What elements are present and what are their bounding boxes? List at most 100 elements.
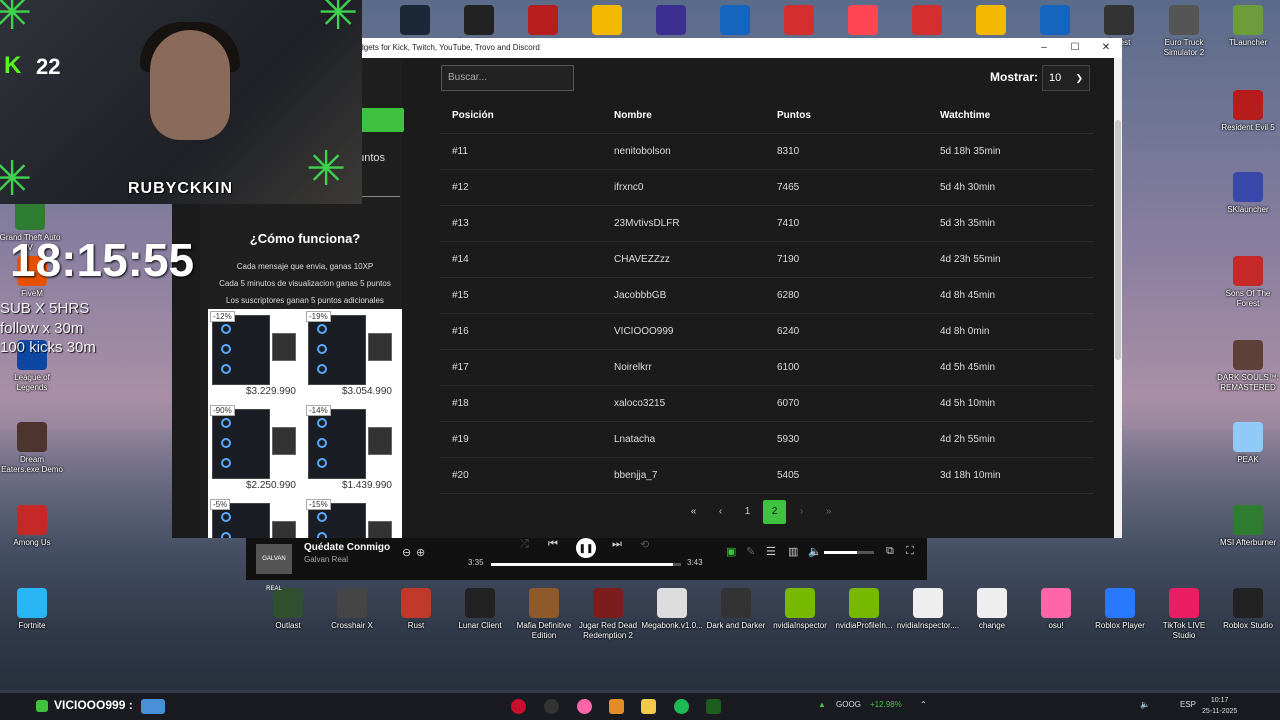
table-row: #17 Noirelkrr 6100 4d 5h 45min (440, 350, 1094, 386)
song-title: Quédate Conmigo (304, 542, 391, 553)
opera-icon[interactable] (511, 699, 526, 714)
maximize-button[interactable]: ☐ (1060, 38, 1090, 58)
show-hidden-icons-icon[interactable]: ⌃ (920, 700, 927, 709)
scrollbar-thumb[interactable] (1115, 120, 1121, 360)
minimize-button[interactable]: – (1029, 38, 1059, 58)
mini-player-icon[interactable]: ⧉ (886, 545, 894, 558)
folder-icon[interactable] (641, 699, 656, 714)
desktop-shortcut[interactable]: Rust (384, 588, 448, 631)
row-watchtime: 5d 18h 35min (940, 146, 1001, 157)
header-position[interactable]: Posición (452, 98, 494, 134)
now-playing-view-icon[interactable]: ▣ (726, 545, 736, 558)
desktop-shortcut[interactable]: Dark and Darker (704, 588, 768, 631)
desktop-shortcut[interactable]: Fortnite (0, 588, 64, 631)
desktop-shortcut[interactable]: MSI Afterburner (1216, 505, 1280, 548)
ad-product[interactable]: -19% $3.054.990 (304, 309, 396, 397)
desktop-shortcut[interactable]: PEAK (1216, 422, 1280, 465)
stream-info-line: SUB X 5HRS (0, 300, 90, 317)
scrollbar[interactable] (1114, 58, 1122, 538)
obs-icon[interactable] (544, 699, 559, 714)
ad-product[interactable]: -5% (208, 497, 300, 538)
desktop-shortcut[interactable]: nvidiaProfileIn... (832, 588, 896, 631)
app-icon (1169, 588, 1199, 618)
system-clock[interactable]: 10:17 25-11-2025 (1202, 695, 1237, 717)
desktop-shortcut[interactable]: Megabonk.v1.0... (640, 588, 704, 631)
lyrics-icon[interactable]: ✎ (746, 545, 755, 558)
desktop-shortcut[interactable]: change (960, 588, 1024, 631)
terminal-icon[interactable] (706, 699, 721, 714)
ad-product[interactable]: -14% $1.439.990 (304, 403, 396, 491)
repeat-icon[interactable]: ⟲ (640, 538, 649, 551)
desktop-shortcut[interactable]: Mafia Definitive Edition (512, 588, 576, 641)
connect-device-icon[interactable]: ▥ (788, 545, 798, 558)
desktop-shortcut[interactable] (895, 5, 959, 38)
volume-icon[interactable]: 🔈 (808, 545, 822, 558)
header-points[interactable]: Puntos (777, 98, 811, 134)
desktop-shortcut[interactable]: Roblox Player (1088, 588, 1152, 631)
desktop-shortcut[interactable] (511, 5, 575, 38)
chat-username: VICIOOO999 : (54, 698, 133, 712)
shortcut-label: Rust (407, 621, 425, 630)
desktop-shortcut[interactable]: DARK SOULS™: REMASTERED (1216, 340, 1280, 393)
desktop-shortcut[interactable]: TikTok LIVE Studio (1152, 588, 1216, 641)
desktop-shortcut[interactable]: Sons Of The Forest (1216, 256, 1280, 309)
ad-product[interactable]: -12% $3.229.990 (208, 309, 300, 397)
ad-product[interactable]: -90% $2.250.990 (208, 403, 300, 491)
pause-button[interactable]: ❚❚ (576, 538, 596, 558)
gpu-box-image (368, 333, 392, 361)
last-page-button[interactable]: » (817, 500, 840, 524)
desktop-shortcut[interactable]: Jugar Red Dead Redemption 2 (576, 588, 640, 641)
next-track-icon[interactable]: ⏭ (612, 538, 622, 551)
desktop-shortcut[interactable]: SKlauncher (1216, 172, 1280, 215)
osu-icon[interactable] (577, 699, 592, 714)
desktop-shortcut[interactable]: Crosshair X (320, 588, 384, 631)
desktop-shortcut[interactable] (959, 5, 1023, 38)
ad-product[interactable]: -15% (304, 497, 396, 538)
speaker-icon[interactable]: 🔈 (1140, 700, 1150, 709)
desktop-shortcut[interactable] (639, 5, 703, 38)
desktop-shortcut[interactable] (767, 5, 831, 38)
gpu-box-image (368, 427, 392, 455)
advertisement[interactable]: -12% $3.229.990 -19% $3.054.990 -90% $2.250.9… (208, 309, 402, 538)
minus-circle-icon[interactable]: ⊖ (402, 546, 411, 559)
page-size-select[interactable]: 10 ❯ (1042, 65, 1090, 91)
row-position: #20 (452, 470, 469, 481)
desktop-shortcut[interactable]: Among Us (0, 505, 64, 548)
desktop-shortcut[interactable]: nvidiaInspector.... (896, 588, 960, 631)
shuffle-icon[interactable]: ⤮ (520, 538, 529, 551)
row-name: VICIOOO999 (614, 326, 674, 337)
viewer-count: 22 (36, 54, 61, 79)
previous-track-icon[interactable]: ⏮ (548, 538, 558, 551)
next-page-button[interactable]: › (790, 500, 813, 524)
row-points: 6280 (777, 290, 800, 301)
app-icon[interactable] (609, 699, 624, 714)
spotify-icon[interactable] (674, 699, 689, 714)
desktop-shortcut[interactable]: Lunar Client (448, 588, 512, 631)
fullscreen-icon[interactable]: ⛶ (906, 545, 914, 558)
price-tag: $3.054.990 (339, 386, 394, 397)
prev-page-button[interactable]: ‹ (709, 500, 732, 524)
app-icon (1233, 90, 1263, 120)
stock-symbol[interactable]: GOOG (836, 700, 861, 709)
page-2-button[interactable]: 2 (763, 500, 786, 524)
desktop-shortcut[interactable]: Dream Eaters.exe Demo (0, 422, 64, 475)
desktop-shortcut[interactable]: TLauncher (1216, 5, 1280, 48)
close-button[interactable]: ✕ (1091, 38, 1121, 58)
volume-slider[interactable] (824, 551, 874, 554)
header-name[interactable]: Nombre (614, 98, 652, 134)
progress-bar[interactable] (491, 563, 681, 566)
row-watchtime: 4d 8h 0min (940, 326, 990, 337)
search-input[interactable]: Buscar... (441, 65, 574, 91)
row-position: #12 (452, 182, 469, 193)
language-indicator[interactable]: ESP (1180, 700, 1196, 709)
queue-icon[interactable]: ☰ (766, 545, 776, 558)
desktop-shortcut[interactable]: Roblox Studio (1216, 588, 1280, 631)
desktop-shortcut[interactable]: osu! (1024, 588, 1088, 631)
header-watchtime[interactable]: Watchtime (940, 98, 990, 134)
desktop-shortcut[interactable]: Euro Truck Simulator 2 (1152, 5, 1216, 58)
desktop-shortcut[interactable]: nvidiaInspector (768, 588, 832, 631)
desktop-shortcut[interactable]: Resident Evil 5 (1216, 90, 1280, 133)
first-page-button[interactable]: « (682, 500, 705, 524)
page-1-button[interactable]: 1 (736, 500, 759, 524)
plus-circle-icon[interactable]: ⊕ (416, 546, 425, 559)
